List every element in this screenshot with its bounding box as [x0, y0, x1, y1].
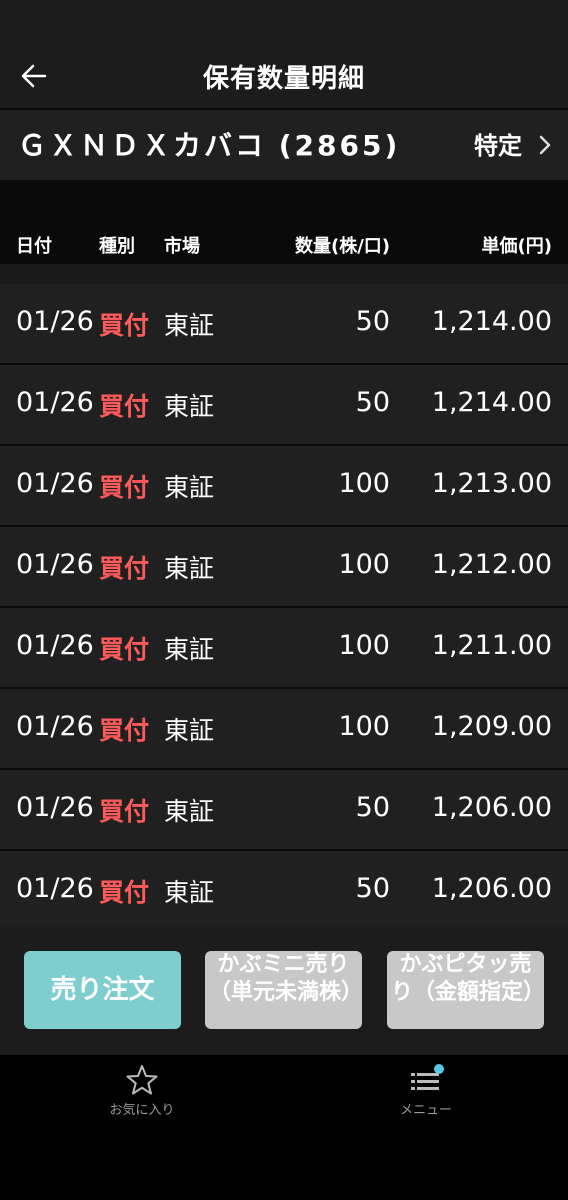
row-price: 1,206.00 [431, 873, 552, 904]
notification-badge [434, 1064, 444, 1074]
stock-name: ＧＸＮＤＸカバコ (2865) [18, 129, 401, 162]
row-date: 01/26 [16, 711, 94, 742]
row-kind: 買付 [99, 554, 150, 583]
table-row: 01/26 買付 東証 100 1,212.00 [0, 527, 568, 608]
row-price: 1,214.00 [431, 387, 552, 418]
row-date: 01/26 [16, 549, 94, 580]
holdings-table: 01/26 買付 東証 50 1,214.00 01/26 買付 東証 50 1… [0, 284, 568, 932]
column-price: 単価(円) [481, 236, 552, 257]
row-market: 東証 [164, 392, 215, 421]
row-kind: 買付 [99, 392, 150, 421]
tab-menu-label: メニュー [399, 1103, 452, 1118]
row-kind: 買付 [99, 473, 150, 502]
row-kind: 買付 [99, 311, 150, 340]
table-row: 01/26 買付 東証 100 1,213.00 [0, 446, 568, 527]
row-market: 東証 [164, 311, 215, 340]
page-title: 保有数量明細 [202, 64, 365, 94]
row-quantity: 50 [355, 873, 390, 904]
row-date: 01/26 [16, 387, 94, 418]
row-market: 東証 [164, 716, 215, 745]
row-quantity: 100 [338, 549, 390, 580]
list-menu-icon [411, 1064, 444, 1090]
row-quantity: 50 [355, 387, 390, 418]
row-market: 東証 [164, 878, 215, 907]
row-quantity: 50 [355, 792, 390, 823]
table-row: 01/26 買付 東証 100 1,209.00 [0, 689, 568, 770]
bottom-tab-bar: お気に入り メニュー [0, 1055, 568, 1200]
kabu-mini-sell-button[interactable]: かぶミニ売り（単元未満株） [205, 951, 362, 1029]
chevron-right-icon [539, 135, 551, 155]
column-market: 市場 [164, 236, 200, 257]
row-price: 1,211.00 [431, 630, 552, 661]
row-date: 01/26 [16, 468, 94, 499]
row-date: 01/26 [16, 306, 94, 337]
row-kind: 買付 [99, 797, 150, 826]
row-kind: 買付 [99, 635, 150, 664]
kabu-pita-sell-button[interactable]: かぶピタッ売り（金額指定） [387, 951, 544, 1029]
column-kind: 種別 [99, 236, 135, 257]
column-quantity: 数量(株/口) [294, 236, 390, 257]
row-price: 1,214.00 [431, 306, 552, 337]
row-price: 1,206.00 [431, 792, 552, 823]
app-header: 保有数量明細 [0, 0, 568, 110]
row-market: 東証 [164, 473, 215, 502]
row-date: 01/26 [16, 792, 94, 823]
action-bar: 売り注文 かぶミニ売り（単元未満株） かぶピタッ売り（金額指定） [0, 927, 568, 1055]
table-row: 01/26 買付 東証 50 1,214.00 [0, 365, 568, 446]
sell-order-button[interactable]: 売り注文 [24, 951, 181, 1029]
table-header: 日付 種別 市場 数量(株/口) 単価(円) [0, 220, 568, 264]
table-row: 01/26 買付 東証 100 1,211.00 [0, 608, 568, 689]
row-quantity: 100 [338, 468, 390, 499]
row-market: 東証 [164, 635, 215, 664]
row-quantity: 50 [355, 306, 390, 337]
table-row: 01/26 買付 東証 50 1,206.00 [0, 770, 568, 851]
row-date: 01/26 [16, 873, 94, 904]
row-kind: 買付 [99, 716, 150, 745]
table-row: 01/26 買付 東証 50 1,206.00 [0, 851, 568, 932]
star-icon [126, 1065, 158, 1095]
row-market: 東証 [164, 797, 215, 826]
row-date: 01/26 [16, 630, 94, 661]
row-market: 東証 [164, 554, 215, 583]
tab-favorites[interactable]: お気に入り [42, 1063, 242, 1118]
column-date: 日付 [16, 236, 52, 257]
account-type: 特定 [474, 132, 522, 160]
row-kind: 買付 [99, 878, 150, 907]
table-row: 01/26 買付 東証 50 1,214.00 [0, 284, 568, 365]
tab-favorites-label: お気に入り [109, 1103, 175, 1118]
tab-menu[interactable]: メニュー [326, 1063, 526, 1118]
table-band [0, 264, 568, 284]
row-price: 1,209.00 [431, 711, 552, 742]
row-price: 1,213.00 [431, 468, 552, 499]
row-price: 1,212.00 [431, 549, 552, 580]
row-quantity: 100 [338, 711, 390, 742]
stock-selector[interactable]: ＧＸＮＤＸカバコ (2865) 特定 [0, 110, 568, 180]
spacer [0, 180, 568, 220]
row-quantity: 100 [338, 630, 390, 661]
